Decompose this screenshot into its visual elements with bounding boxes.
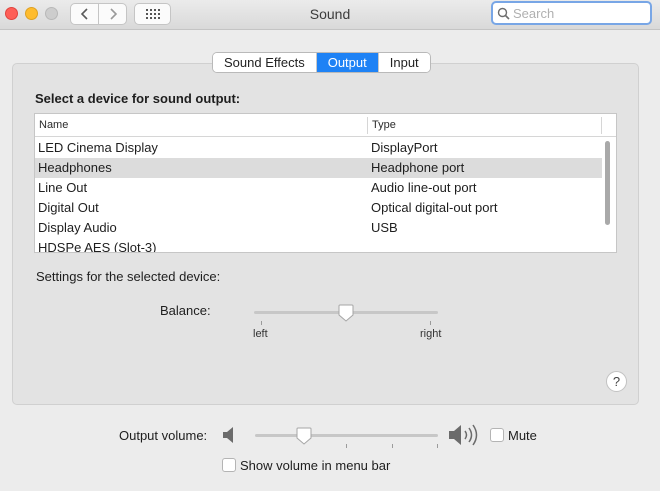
- column-divider[interactable]: [367, 117, 368, 134]
- device-name: Display Audio: [38, 220, 117, 235]
- settings-label: Settings for the selected device:: [36, 269, 221, 284]
- output-volume-slider[interactable]: [255, 434, 438, 437]
- device-type: Headphone port: [371, 160, 465, 175]
- tab-bar: Sound Effects Output Input: [212, 52, 431, 73]
- search-field[interactable]: [491, 1, 652, 25]
- table-row[interactable]: HDSPe AES (Slot-3): [35, 238, 602, 253]
- column-header-name[interactable]: Name: [39, 119, 68, 131]
- volume-tick: [392, 444, 393, 448]
- device-table: Name Type LED Cinema Display DisplayPort…: [34, 113, 617, 253]
- device-name: Digital Out: [38, 200, 99, 215]
- search-input[interactable]: [513, 5, 643, 21]
- tab-sound-effects[interactable]: Sound Effects: [213, 53, 317, 72]
- device-type: DisplayPort: [371, 140, 438, 155]
- table-scrollbar[interactable]: [605, 141, 610, 225]
- balance-tick: [261, 321, 262, 325]
- mute-checkbox[interactable]: [490, 428, 504, 442]
- table-row[interactable]: Digital Out Optical digital-out port: [35, 198, 602, 218]
- table-row-selected[interactable]: Headphones Headphone port: [35, 158, 602, 178]
- output-volume-label: Output volume:: [119, 428, 208, 443]
- device-type: Audio line-out port: [371, 180, 477, 195]
- balance-label: Balance:: [160, 303, 211, 318]
- mute-label: Mute: [508, 428, 537, 443]
- title-bar: Sound: [0, 0, 660, 30]
- tab-input[interactable]: Input: [378, 53, 430, 72]
- device-name: LED Cinema Display: [38, 140, 158, 155]
- table-row[interactable]: Display Audio USB: [35, 218, 602, 238]
- column-divider[interactable]: [601, 117, 602, 134]
- device-type: USB: [371, 220, 398, 235]
- show-volume-in-menubar-label: Show volume in menu bar: [240, 458, 391, 473]
- device-name: Line Out: [38, 180, 88, 195]
- volume-tick: [437, 444, 438, 448]
- device-name: Headphones: [38, 160, 112, 175]
- balance-tick: [430, 321, 431, 325]
- device-name: HDSPe AES (Slot-3): [38, 240, 157, 253]
- table-row[interactable]: LED Cinema Display DisplayPort: [35, 138, 602, 158]
- output-volume-slider-thumb[interactable]: [296, 427, 312, 445]
- show-volume-in-menubar-checkbox[interactable]: [222, 458, 236, 472]
- table-row[interactable]: Line Out Audio line-out port: [35, 178, 602, 198]
- balance-slider-thumb[interactable]: [338, 304, 354, 322]
- search-icon: [497, 7, 510, 20]
- device-section-title: Select a device for sound output:: [35, 91, 241, 106]
- balance-left-label: left: [253, 328, 268, 340]
- speaker-low-icon: [223, 427, 233, 443]
- help-button[interactable]: ?: [606, 371, 627, 392]
- volume-tick: [346, 444, 347, 448]
- speaker-high-icon: [449, 424, 478, 446]
- balance-right-label: right: [420, 328, 442, 340]
- column-header-type[interactable]: Type: [372, 119, 396, 131]
- table-header: Name Type: [35, 114, 616, 137]
- tab-output[interactable]: Output: [316, 53, 379, 72]
- device-type: Optical digital-out port: [371, 200, 498, 215]
